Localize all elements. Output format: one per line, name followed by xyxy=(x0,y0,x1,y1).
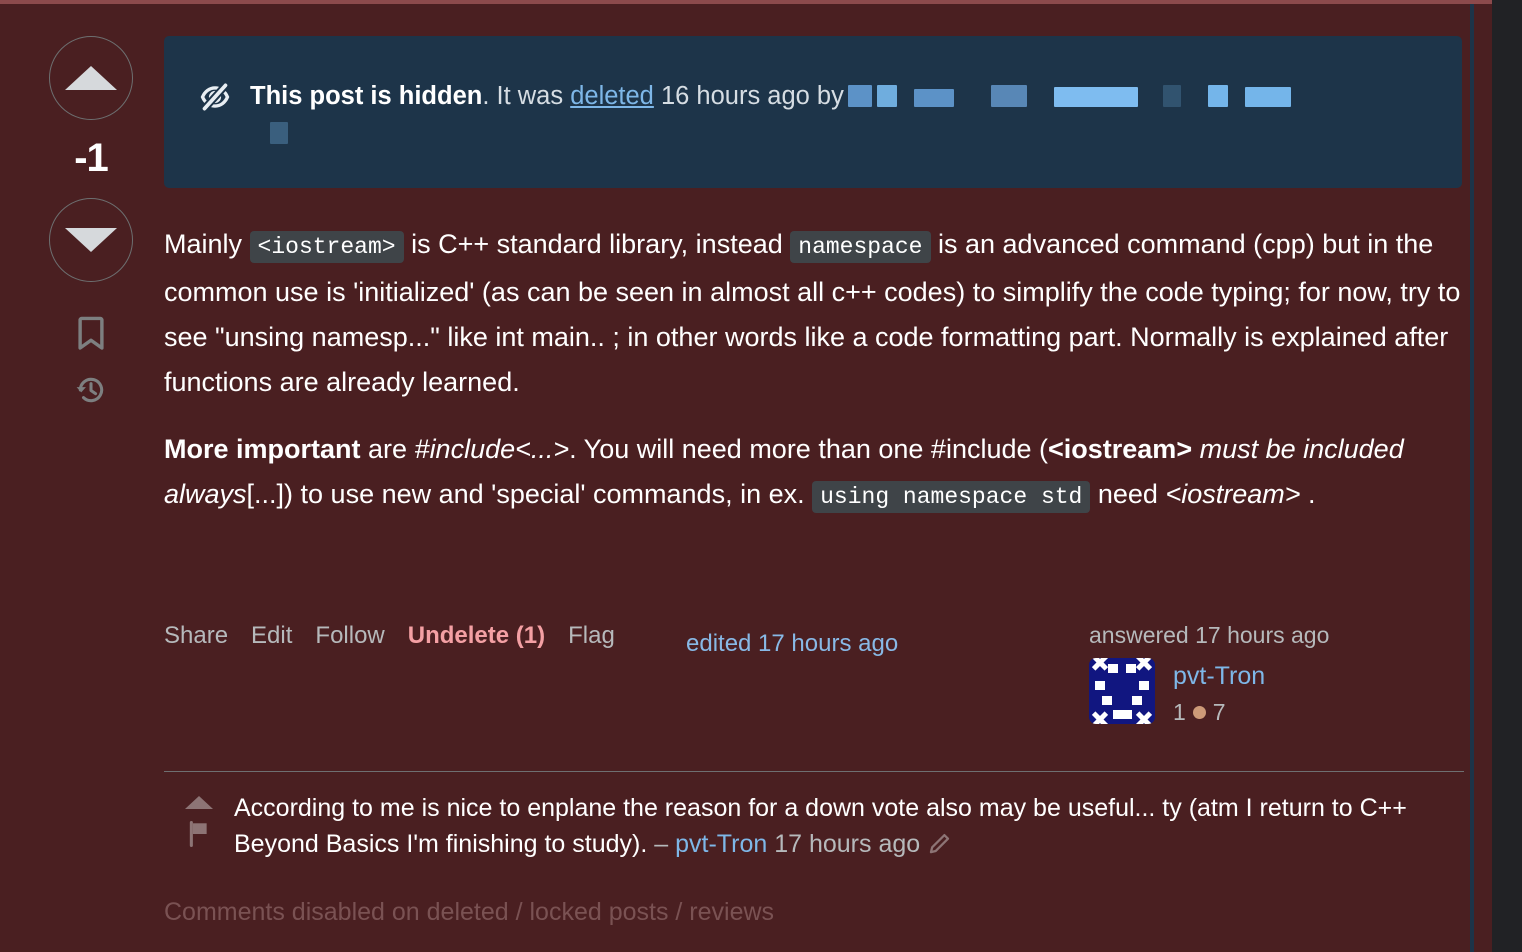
answered-timestamp: answered 17 hours ago xyxy=(1089,622,1330,648)
p2-italic-iostream: <iostream> xyxy=(1165,479,1301,509)
p2-bold-iostream: <iostream> xyxy=(1048,434,1193,464)
comment-divider xyxy=(164,771,1464,772)
p1-part2: is C++ standard library, instead xyxy=(403,229,791,259)
redacted-username-block xyxy=(1244,87,1291,107)
author-reputation: 1 7 xyxy=(1173,699,1265,726)
redacted-username-block xyxy=(1053,87,1138,107)
comments-disabled-notice: Comments disabled on deleted / locked po… xyxy=(164,898,775,926)
banner-bold-text: This post is hidden xyxy=(250,82,483,110)
share-button[interactable]: Share xyxy=(164,622,228,650)
bookmark-button[interactable] xyxy=(77,316,105,352)
comment-item: According to me is nice to enplane the r… xyxy=(164,788,1469,866)
comment-author-link[interactable]: pvt-Tron xyxy=(675,830,767,858)
follow-button[interactable]: Follow xyxy=(315,622,384,650)
comment-timestamp: 17 hours ago xyxy=(767,830,921,858)
deleted-link[interactable]: deleted xyxy=(570,82,654,110)
upvote-button[interactable] xyxy=(49,36,133,120)
post-hidden-banner: This post is hidden. It was deleted 16 h… xyxy=(164,36,1462,188)
inline-code-namespace: namespace xyxy=(790,231,931,263)
post-paragraph-2: More important are #include<...>. You wi… xyxy=(164,427,1469,520)
p2-bold-lead: More important xyxy=(164,434,361,464)
flag-button[interactable]: Flag xyxy=(568,622,615,650)
p2-part1: are xyxy=(360,434,415,464)
identicon-avatar[interactable] xyxy=(1089,658,1155,724)
history-button[interactable] xyxy=(75,374,107,406)
answer-author-card: answered 17 hours ago pvt-Tron 1 7 xyxy=(1089,622,1469,726)
edit-button[interactable]: Edit xyxy=(251,622,292,650)
reputation-value: 1 xyxy=(1173,698,1186,725)
p2-part5: . xyxy=(1300,479,1316,509)
p2-italic-include: #include<...> xyxy=(414,434,570,464)
p2-part2: . You will need more than one #include ( xyxy=(569,434,1048,464)
banner-text-after-bold: . It was xyxy=(482,82,571,110)
undelete-button[interactable]: Undelete (1) xyxy=(408,622,545,650)
eye-off-icon xyxy=(198,80,232,119)
downvote-button[interactable] xyxy=(49,198,133,282)
post-paragraph-1: Mainly <iostream> is C++ standard librar… xyxy=(164,222,1469,405)
comment-gutter xyxy=(164,788,234,866)
top-accent-bar xyxy=(0,0,1492,4)
p2-part3: [...]) to use new and 'special' commands… xyxy=(246,479,813,509)
vote-column: -1 xyxy=(48,36,134,406)
upvote-arrow-icon xyxy=(65,66,117,90)
scroll-gutter[interactable] xyxy=(1492,0,1522,952)
comment-flag-icon[interactable] xyxy=(188,821,210,852)
bronze-badge-icon xyxy=(1192,705,1206,719)
post-actions-row: Share Edit Follow Undelete (1) Flag edit… xyxy=(164,622,1469,752)
inline-code-using-namespace-std: using namespace std xyxy=(812,481,1091,513)
redacted-username-block xyxy=(1162,85,1181,107)
comment-dash: – xyxy=(654,830,676,858)
inline-code-iostream: <iostream> xyxy=(249,231,404,263)
pencil-icon[interactable] xyxy=(927,830,951,866)
redacted-username-block xyxy=(876,85,897,107)
downvote-arrow-icon xyxy=(65,228,117,252)
redacted-username-block xyxy=(1207,85,1228,107)
author-username-link[interactable]: pvt-Tron xyxy=(1173,660,1265,693)
comment-body: According to me is nice to enplane the r… xyxy=(234,788,1469,866)
banner-message: This post is hidden. It was deleted 16 h… xyxy=(250,78,1292,152)
post-body: Mainly <iostream> is C++ standard librar… xyxy=(164,222,1469,542)
redacted-username-block xyxy=(913,89,954,107)
edited-timestamp-link[interactable]: edited 17 hours ago xyxy=(686,630,898,658)
banner-time-text: 16 hours ago by xyxy=(653,82,844,110)
bronze-badge-count: 7 xyxy=(1212,698,1226,725)
p2-part4: need xyxy=(1090,479,1166,509)
page-surface: -1 This post is hidden. It was deleted 1… xyxy=(0,0,1492,952)
vote-count: -1 xyxy=(74,136,109,180)
post-action-links: Share Edit Follow Undelete (1) Flag xyxy=(164,622,615,650)
redacted-username-block xyxy=(990,85,1027,107)
post-screen: -1 This post is hidden. It was deleted 1… xyxy=(0,0,1522,952)
comment-upvote-icon[interactable] xyxy=(185,796,213,809)
redacted-username-block xyxy=(270,121,288,144)
page-right-blue-edge xyxy=(1470,4,1474,952)
redacted-username-block xyxy=(847,85,872,107)
p1-part1: Mainly xyxy=(164,229,250,259)
